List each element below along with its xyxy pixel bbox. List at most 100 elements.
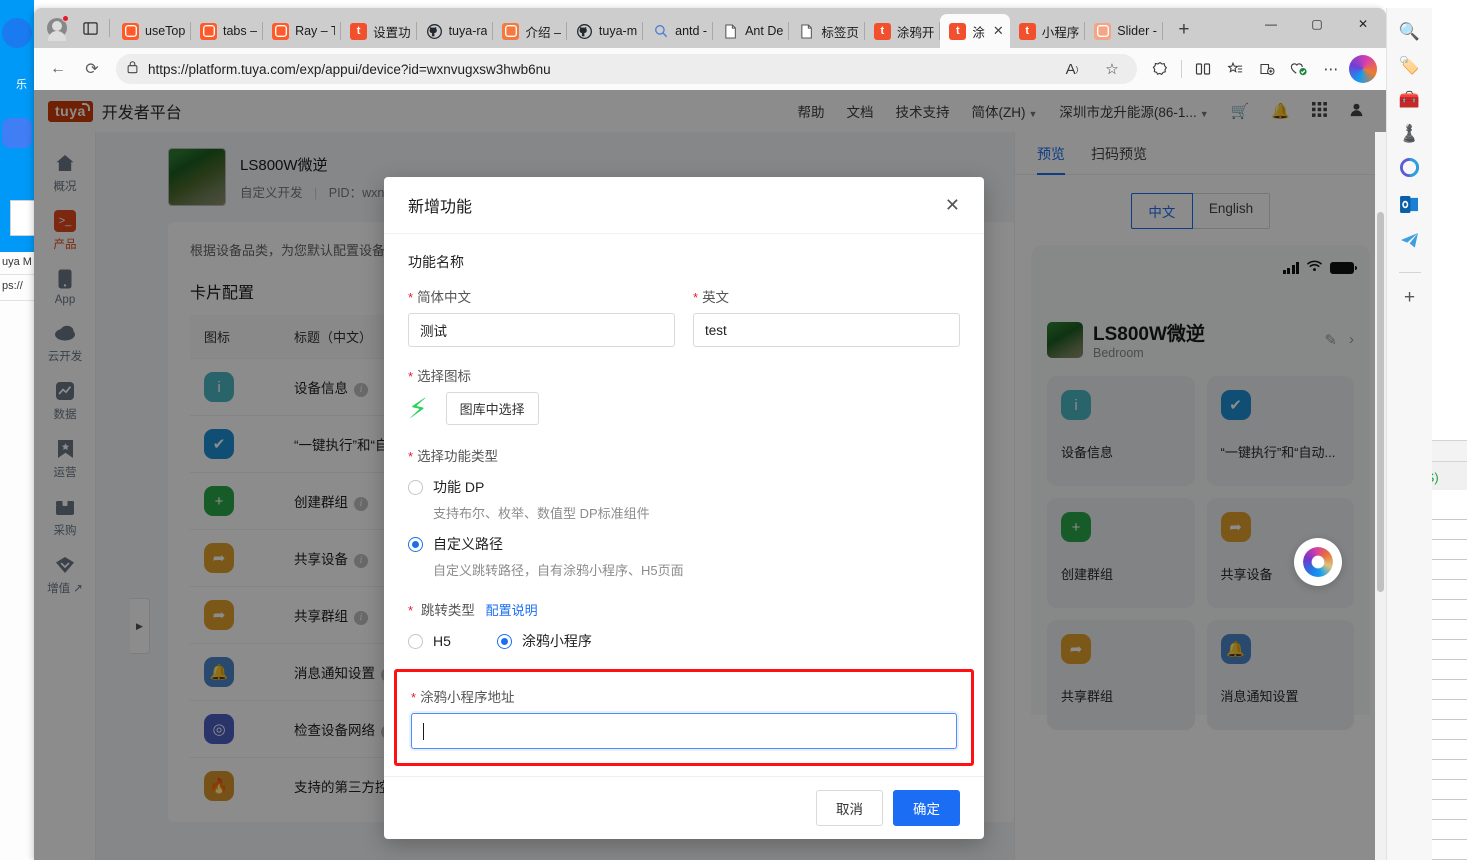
tab-search-button[interactable] <box>74 11 106 45</box>
scrollbar-thumb[interactable] <box>1377 212 1384 592</box>
modal-header: 新增功能 ✕ <box>384 177 984 234</box>
browser-window: useTop tabs – Ray – T t 设置功 tuya-ra 介绍 – tuya-m… <box>34 8 1386 860</box>
settings-more-icon[interactable]: ⋯ <box>1316 54 1346 84</box>
edge-app-sidebar: 🔍 🏷️ 🧰 ♟️ + <box>1386 8 1432 860</box>
miniprogram-address-label-text: 涂鸦小程序地址 <box>420 690 515 705</box>
close-icon[interactable]: ✕ <box>945 196 960 214</box>
tab-title: 介绍 – <box>525 25 561 40</box>
favorite-icon[interactable]: ☆ <box>1097 54 1127 84</box>
cancel-button[interactable]: 取消 <box>816 790 883 826</box>
add-feature-modal: 新增功能 ✕ 功能名称 *简体中文 *英文 *选择图标 ⚡ <box>384 177 984 839</box>
confirm-button[interactable]: 确定 <box>893 790 960 826</box>
browser-tab[interactable]: tuya-ra <box>417 14 494 48</box>
tab-strip: useTop tabs – Ray – T t 设置功 tuya-ra 介绍 – tuya-m… <box>34 8 1386 48</box>
page-scrollbar[interactable] <box>1375 132 1386 860</box>
browser-tab-active[interactable]: t 涂 ✕ <box>940 14 1010 48</box>
back-button[interactable]: ← <box>42 53 74 85</box>
browser-tab[interactable]: antd - <box>643 14 714 48</box>
omnibox[interactable]: https://platform.tuya.com/exp/appui/devi… <box>116 54 1137 84</box>
name-en-input[interactable] <box>693 313 960 347</box>
url-text: https://platform.tuya.com/exp/appui/devi… <box>148 61 551 77</box>
modal-body: 功能名称 *简体中文 *英文 *选择图标 ⚡ 图库中选择 *选 <box>384 234 984 776</box>
name-zh-input[interactable] <box>408 313 675 347</box>
radio-option-h5[interactable]: H5 <box>408 633 451 649</box>
config-help-link[interactable]: 配置说明 <box>486 603 538 618</box>
feature-type-label-text: 选择功能类型 <box>417 449 499 464</box>
microsoft-365-icon[interactable] <box>1400 158 1419 182</box>
field-label-en: * 英文 <box>693 286 960 306</box>
reload-button[interactable]: ⟳ <box>76 53 108 85</box>
field-label-zh: * 简体中文 <box>408 286 675 306</box>
feature-type-label: * 选择功能类型 <box>408 445 960 465</box>
browser-essentials-icon[interactable] <box>1284 54 1314 84</box>
radio-option-custom-path[interactable]: 自定义路径 <box>408 534 960 554</box>
tab-title: 涂鸦开 <box>896 25 935 40</box>
jump-type-label: * 跳转类型 配置说明 <box>408 599 960 619</box>
tab-title: 设置功 <box>373 25 411 40</box>
tab-title: antd - <box>675 24 708 38</box>
t-red-favicon-icon: t <box>350 22 368 40</box>
minimize-button[interactable]: — <box>1248 8 1294 40</box>
radio-option-dp[interactable]: 功能 DP <box>408 477 960 497</box>
bg-window-title: uya M <box>2 256 32 268</box>
doc-favicon-icon <box>722 23 739 40</box>
tab-title: Ray – T <box>295 24 336 38</box>
browser-tab[interactable]: t 涂鸦开 <box>865 14 941 48</box>
toolbox-icon[interactable]: 🧰 <box>1399 90 1420 110</box>
tab-title: tuya-ra <box>448 24 488 38</box>
add-app-icon[interactable]: + <box>1404 287 1415 309</box>
icon-section-label-text: 选择图标 <box>417 369 472 384</box>
browser-tab[interactable]: 标签页 <box>789 14 865 48</box>
gh-favicon-icon <box>576 23 593 40</box>
browser-tab[interactable]: t 设置功 <box>341 14 417 48</box>
copilot-icon[interactable] <box>1348 54 1378 84</box>
name-fields-row: *简体中文 *英文 <box>408 286 960 347</box>
close-window-button[interactable]: ✕ <box>1340 8 1386 40</box>
outlook-icon[interactable] <box>1400 196 1419 218</box>
miniprogram-address-input[interactable] <box>411 713 957 749</box>
copilot-floating-button[interactable] <box>1294 538 1342 586</box>
browser-tab[interactable]: Ant De <box>713 14 790 48</box>
tuya2-favicon-icon <box>502 22 520 40</box>
tab-title: 标签页 <box>821 25 859 40</box>
maximize-button[interactable]: ▢ <box>1294 8 1340 40</box>
t-red-favicon-icon: t <box>873 22 891 40</box>
telegram-icon[interactable] <box>1400 232 1419 254</box>
icon-section-label: * 选择图标 <box>408 365 960 385</box>
radio-custom-path-description: 自定义跳转路径，自有涂鸦小程序、H5页面 <box>433 563 684 578</box>
split-screen-icon[interactable] <box>1188 54 1218 84</box>
lightning-bolt-icon: ⚡ <box>408 392 428 424</box>
t-red-favicon-icon: t <box>949 22 967 40</box>
field-label-en-text: 英文 <box>702 290 730 305</box>
tab-title: Slider - <box>1117 24 1157 38</box>
choose-from-library-button[interactable]: 图库中选择 <box>445 392 539 425</box>
chess-icon[interactable]: ♟️ <box>1399 124 1420 144</box>
browser-tab[interactable]: useTop <box>113 14 191 48</box>
browser-tab[interactable]: 介绍 – <box>493 14 567 48</box>
radio-option-miniprogram[interactable]: 涂鸦小程序 <box>496 631 592 651</box>
tag-icon[interactable]: 🏷️ <box>1399 56 1420 76</box>
slider-favicon-icon <box>1094 22 1112 40</box>
jump-type-label-text: 跳转类型 <box>420 603 475 618</box>
radio-dp-description: 支持布尔、枚举、数值型 DP标准组件 <box>433 506 650 521</box>
tab-close-icon[interactable]: ✕ <box>993 23 1004 39</box>
required-star: * <box>408 603 414 618</box>
profile-alert-dot <box>62 15 69 22</box>
browser-tab[interactable]: tuya-m <box>567 14 644 48</box>
miniprogram-address-label: * 涂鸦小程序地址 <box>411 686 957 706</box>
browser-tab[interactable]: tabs – <box>191 14 264 48</box>
profile-button[interactable] <box>40 11 74 45</box>
tuya-favicon-icon <box>272 22 290 40</box>
browser-tab[interactable]: Ray – T <box>263 14 342 48</box>
browser-tab[interactable]: Slider - <box>1085 14 1163 48</box>
collections-icon[interactable] <box>1252 54 1282 84</box>
tab-title: Ant De <box>745 24 784 38</box>
new-tab-button[interactable]: + <box>1169 15 1199 45</box>
lock-icon <box>126 60 139 79</box>
search-icon[interactable]: 🔍 <box>1399 22 1420 42</box>
favorites-icon[interactable] <box>1220 54 1250 84</box>
tuya-favicon-icon <box>200 22 217 40</box>
browser-tab[interactable]: t 小程序 <box>1010 14 1086 48</box>
read-aloud-icon[interactable]: A) <box>1057 54 1087 84</box>
extensions-icon[interactable] <box>1145 54 1175 84</box>
